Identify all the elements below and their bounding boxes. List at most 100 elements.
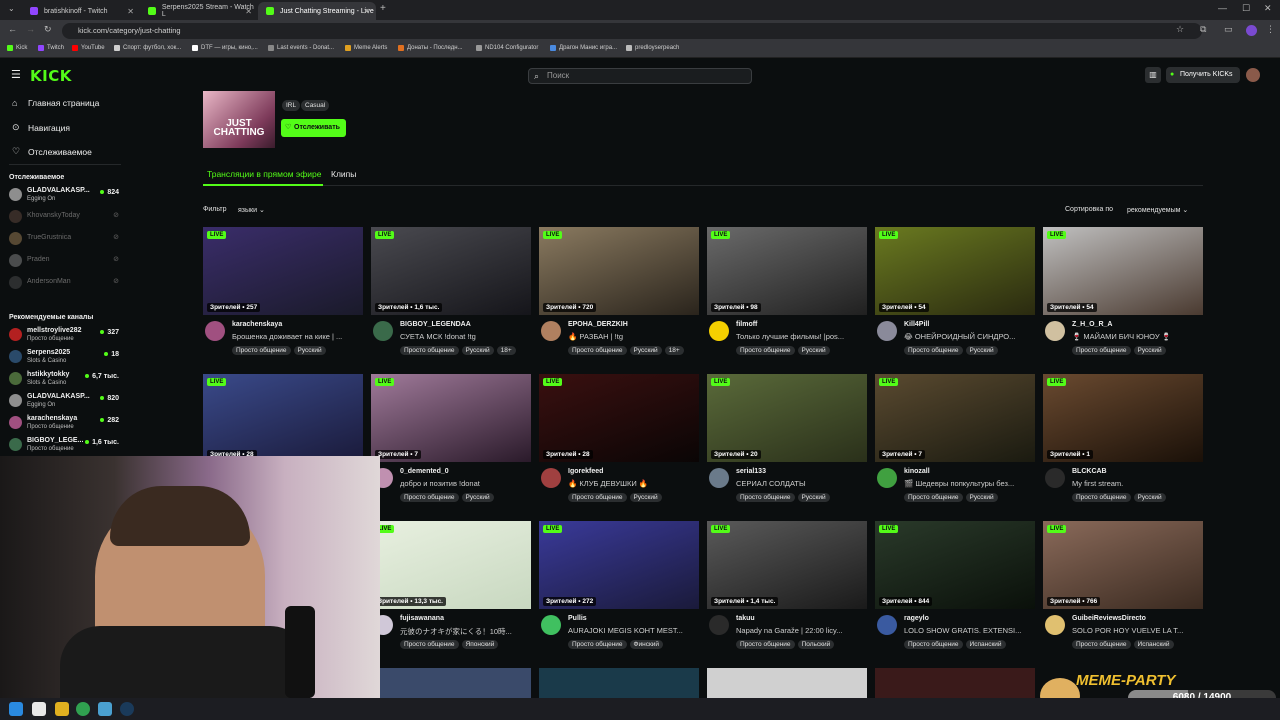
kick-logo[interactable]: KICK [30,67,72,85]
stream-tag[interactable]: Русский [461,346,494,355]
minimize-icon[interactable]: — [1218,3,1227,13]
stream-tag[interactable]: Финский [629,640,664,649]
stream-tag[interactable]: Просто общение [736,346,795,355]
browser-tab-just-chatting[interactable]: Just Chatting Streaming - Live ✕ [258,2,376,20]
stream-title[interactable]: Только лучшие фильмы! |pos... [736,332,866,341]
stream-title[interactable]: 🎬 Шедевры попкультуры без... [904,479,1034,488]
yandex-browser-icon[interactable] [32,702,46,716]
stream-thumbnail[interactable]: LIVE Зрителей • 54 [1043,227,1203,315]
stream-title[interactable]: My first stream. [1072,479,1202,488]
streamer-name[interactable]: GuibeiReviewsDirecto [1072,615,1146,622]
stream-tag[interactable]: Русский [1133,346,1166,355]
streamer-name[interactable]: BLCKCAB [1072,468,1107,475]
streamer-name[interactable]: ЕРОНА_DERZKIH [568,321,628,328]
stream-thumbnail[interactable]: LIVE Зрителей • 28 [539,374,699,462]
browser-tab-twitch[interactable]: bratishkinoff - Twitch ✕ [22,2,140,20]
streamer-avatar[interactable] [877,615,897,635]
stream-tag[interactable]: Просто общение [904,493,963,502]
streamer-avatar[interactable] [205,321,225,341]
streamer-avatar[interactable] [877,321,897,341]
streamer-name[interactable]: Z_H_O_R_A [1072,321,1112,328]
profile-avatar[interactable] [1246,25,1257,36]
bookmark-item[interactable]: Meme Alerts [345,45,387,51]
stream-title[interactable]: 🔥 КЛУБ ДЕВУШКИ 🔥 [568,479,698,488]
bookmark-item[interactable]: predloyserpeach [626,45,679,51]
sidebar-channel[interactable]: mellstroylive282 Просто общение 327 [9,325,121,345]
cast-icon[interactable]: ▭ [1224,24,1233,35]
streamer-name[interactable]: Igorekfeed [568,468,603,475]
stream-title[interactable]: Napady na Garaže | 22:00 licy... [736,626,866,635]
close-tab-icon[interactable]: ✕ [245,7,252,16]
stream-card[interactable]: LIVE Зрителей • 257 karachenskaya Брошенка … [203,227,363,367]
browser-tab-serpens[interactable]: Serpens2025 Stream - Watch L ✕ [140,2,258,20]
stream-title[interactable]: СЕРИАЛ СОЛДАТЫ [736,479,866,488]
stream-tag[interactable]: Просто общение [1072,493,1131,502]
stream-thumbnail-partial[interactable] [875,668,1035,698]
stream-tag[interactable]: Просто общение [568,346,627,355]
stream-thumbnail[interactable]: LIVE Зрителей • 7 [875,374,1035,462]
stream-tag[interactable]: Просто общение [568,640,627,649]
stream-title[interactable]: 🍷 МАЙАМИ БИЧ ЮНОУ 🍷 [1072,332,1202,341]
file-explorer-icon[interactable] [55,702,69,716]
streamer-avatar[interactable] [541,468,561,488]
stream-card[interactable]: LIVE Зрителей • 1,6 тыс. BIGBOY_LEGENDAA СУ… [371,227,531,367]
stream-card[interactable]: LIVE Зрителей • 7 kinozall 🎬 Шедевры попкул… [875,374,1035,514]
sidebar-channel[interactable]: karachenskaya Просто общение 282 [9,413,121,433]
menu-icon[interactable]: ⋮ [1266,24,1275,35]
stream-card[interactable]: LIVE Зрителей • 98 filmoff Только лучшие фи… [707,227,867,367]
sidebar-channel[interactable]: BIGBOY_LEGE... Просто общение 1,6 тыс. [9,435,121,455]
stream-thumbnail[interactable]: LIVE Зрителей • 257 [203,227,363,315]
stream-title[interactable]: LOLO SHOW GRATIS. EXTENSI... [904,626,1034,635]
streamer-avatar[interactable] [709,615,729,635]
stream-tag[interactable]: Просто общение [400,493,459,502]
streamer-avatar[interactable] [541,615,561,635]
stream-tag[interactable]: Просто общение [904,640,963,649]
stream-tag[interactable]: Русский [293,346,326,355]
bookmark-item[interactable]: DTF — игры, кино,... [192,45,258,51]
stream-title[interactable]: 元彼のナオキが家にくる！10時... [400,626,530,637]
sidebar-channel[interactable]: hstikkytokky Slots & Casino 6,7 тыс. [9,369,121,389]
streamer-name[interactable]: karachenskaya [232,321,282,328]
stream-title[interactable]: 😂 ОНЕЙРОИДНЫЙ СИНДРО... [904,332,1034,341]
bookmark-item[interactable]: Драгон Манис игра... [550,45,617,51]
category-tag-casual[interactable]: Casual [301,100,330,111]
stream-tag[interactable]: Испанский [1133,640,1174,649]
streamer-name[interactable]: fujisawanana [400,615,444,622]
stream-card[interactable]: LIVE Зрителей • 13,3 тыс. fujisawanana 元彼のナ… [371,521,531,661]
bookmark-item[interactable]: ND104 Configurator [476,45,538,51]
stream-card[interactable]: LIVE Зрителей • 720 ЕРОНА_DERZKIH 🔥 РАЗБАН … [539,227,699,367]
bookmark-item[interactable]: Kick [7,45,27,51]
stream-tag[interactable]: Просто общение [736,640,795,649]
sort-dropdown[interactable]: рекомендуемым ⌄ [1127,206,1188,214]
stream-thumbnail[interactable]: LIVE Зрителей • 28 [203,374,363,462]
streamer-avatar[interactable] [373,321,393,341]
stream-thumbnail[interactable]: LIVE Зрителей • 1,4 тыс. [707,521,867,609]
stream-thumbnail[interactable]: LIVE Зрителей • 20 [707,374,867,462]
stream-card[interactable]: LIVE Зрителей • 1,4 тыс. takuu Napady na Ga… [707,521,867,661]
stream-card[interactable]: LIVE Зрителей • 54 Kill4Pill 😂 ОНЕЙРОИДНЫЙ … [875,227,1035,367]
stream-tag[interactable]: Испанский [965,640,1006,649]
stream-thumbnail[interactable]: LIVE Зрителей • 13,3 тыс. [371,521,531,609]
stream-title[interactable]: 🔥 РАЗБАН | !tg [568,332,698,341]
stream-thumbnail[interactable]: LIVE Зрителей • 720 [539,227,699,315]
streamer-avatar[interactable] [1045,321,1065,341]
extensions-icon[interactable]: ⧉ [1200,24,1206,35]
stream-card[interactable]: LIVE Зрителей • 1 BLCKCAB My first stream. П… [1043,374,1203,514]
sidebar-channel[interactable]: Praden ⊘ [9,251,121,271]
stream-tag[interactable]: Просто общение [736,493,795,502]
sidebar-channel[interactable]: GLADVALAKASP... Egging On 824 [9,185,121,205]
streamer-avatar[interactable] [709,468,729,488]
maximize-icon[interactable]: ☐ [1242,3,1250,14]
stream-thumbnail[interactable]: LIVE Зрителей • 98 [707,227,867,315]
stream-tag[interactable]: Русский [1133,493,1166,502]
stream-tag[interactable]: Японский [461,640,499,649]
back-icon[interactable]: ← [8,24,17,34]
stream-thumbnail[interactable]: LIVE Зрителей • 54 [875,227,1035,315]
stream-tag[interactable]: Просто общение [1072,346,1131,355]
bookmark-item[interactable]: Twitch [38,45,64,51]
chrome-icon[interactable] [76,702,90,716]
stream-tag[interactable]: 18+ [496,346,516,355]
stream-thumbnail-partial[interactable] [707,668,867,698]
stream-tag[interactable]: Русский [965,346,998,355]
tab-search-icon[interactable]: ⌄ [8,4,15,13]
